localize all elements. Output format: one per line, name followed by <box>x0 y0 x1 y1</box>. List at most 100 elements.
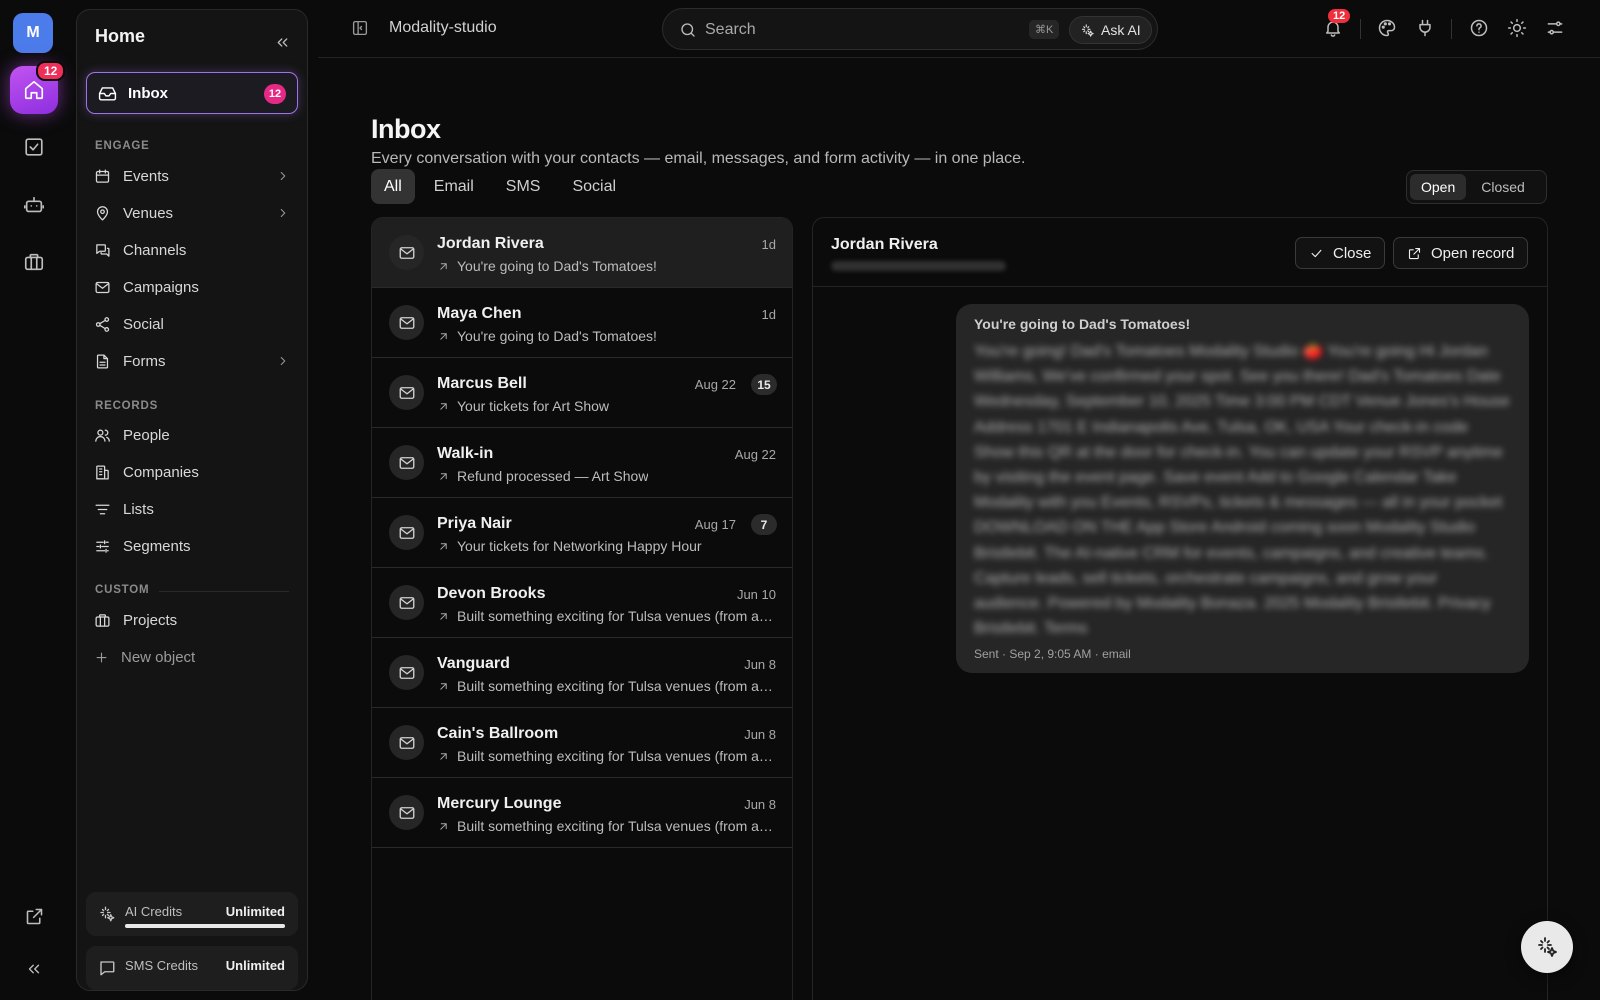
sidebar-item-label: Projects <box>123 611 178 629</box>
credit-name: SMS Credits <box>125 958 198 973</box>
plus-icon <box>94 650 109 665</box>
conversation-row[interactable]: Maya Chen 1d You're going to Dad's Tomat… <box>372 288 792 358</box>
theme-toggle-button[interactable] <box>1507 18 1527 38</box>
conversation-snippet: You're going to Dad's Tomatoes! <box>437 328 776 344</box>
conversation-count-badge: 15 <box>751 374 777 395</box>
sparkles-icon <box>1080 23 1095 38</box>
bot-icon <box>23 194 45 216</box>
conversation-snippet: Built something exciting for Tulsa venue… <box>437 608 776 624</box>
integrations-button[interactable] <box>1415 18 1435 38</box>
briefcase-icon <box>23 251 45 273</box>
sidebar-item-social[interactable]: Social <box>94 310 294 338</box>
conversation-row[interactable]: Marcus Bell Aug 22 15 Your tickets for A… <box>372 358 792 428</box>
rail-projects-button[interactable] <box>20 248 48 276</box>
sidebar-item-events[interactable]: Events <box>94 162 294 190</box>
new-object-button[interactable]: New object <box>94 643 294 671</box>
theme-palette-button[interactable] <box>1377 18 1397 38</box>
conversation-snippet: Your tickets for Art Show <box>437 398 776 414</box>
workspace-avatar[interactable]: M <box>13 13 53 53</box>
sidebar-title: Home <box>95 26 146 46</box>
conversation-row[interactable]: Jordan Rivera 1d You're going to Dad's T… <box>372 218 792 288</box>
help-button[interactable] <box>1469 18 1489 38</box>
mail-icon <box>398 804 416 822</box>
tab-all[interactable]: All <box>371 169 415 204</box>
tab-sms[interactable]: SMS <box>493 169 554 204</box>
ask-ai-button[interactable]: Ask AI <box>1069 16 1152 44</box>
sparkles-icon <box>98 905 116 923</box>
conversation-snippet: Built something exciting for Tulsa venue… <box>437 678 776 694</box>
sidebar-item-label: Channels <box>123 241 187 259</box>
message-subject: You're going to Dad's Tomatoes! <box>974 316 1191 332</box>
conversation-name: Walk-in <box>437 445 494 462</box>
tab-social[interactable]: Social <box>559 169 629 204</box>
chevron-right-icon <box>276 169 290 183</box>
settings-button[interactable] <box>1545 18 1565 38</box>
rail-external-button[interactable] <box>20 902 48 930</box>
conversation-row[interactable]: Mercury Lounge Jun 8 Built something exc… <box>372 778 792 848</box>
status-toggle: Open Closed <box>1406 170 1547 204</box>
palette-icon <box>1377 18 1397 38</box>
chevron-right-icon <box>276 206 290 220</box>
sidebar-item-forms[interactable]: Forms <box>94 347 294 375</box>
sidebar-item-projects[interactable]: Projects <box>94 606 294 634</box>
sidebar-item-label: Venues <box>123 204 174 222</box>
sidebar-item-venues[interactable]: Venues <box>94 199 294 227</box>
sidebar: Home Inbox 12 ENGAGE Events Venues Chann… <box>76 9 308 991</box>
conversation-date: Aug 22 <box>694 377 736 392</box>
conversation-name: Jordan Rivera <box>437 235 544 252</box>
sidebar-item-campaigns[interactable]: Campaigns <box>94 273 294 301</box>
search-shortcut: ⌘K <box>1029 20 1060 39</box>
open-record-button[interactable]: Open record <box>1393 237 1529 269</box>
credit-value: Unlimited <box>225 958 285 973</box>
conversation-row[interactable]: Devon Brooks Jun 10 Built something exci… <box>372 568 792 638</box>
section-label-records: RECORDS <box>95 400 159 412</box>
rail-collapse-button[interactable] <box>20 955 48 983</box>
mail-icon <box>398 664 416 682</box>
conversation-avatar <box>389 305 424 340</box>
rail-agents-button[interactable] <box>20 191 48 219</box>
sidebar-item-inbox[interactable]: Inbox 12 <box>86 72 298 114</box>
conversation-date: Jun 10 <box>736 587 776 602</box>
mail-icon <box>398 734 416 752</box>
mail-icon <box>398 594 416 612</box>
divider <box>1360 19 1361 39</box>
search-bar[interactable]: ⌘K Ask AI <box>662 8 1158 50</box>
sidebar-item-lists[interactable]: Lists <box>94 495 294 523</box>
conversation-row[interactable]: Vanguard Jun 8 Built something exciting … <box>372 638 792 708</box>
sun-icon <box>1507 18 1527 38</box>
close-conversation-button[interactable]: Close <box>1295 237 1386 269</box>
sidebar-item-label: Companies <box>123 463 199 481</box>
status-closed-button[interactable]: Closed <box>1470 174 1536 200</box>
search-input[interactable] <box>705 19 1005 41</box>
sidebar-item-people[interactable]: People <box>94 421 294 449</box>
page-subtitle: Every conversation with your contacts — … <box>371 150 1026 167</box>
conversation-date: Jun 8 <box>744 727 776 742</box>
sidebar-item-label: Inbox <box>128 84 168 102</box>
tab-email[interactable]: Email <box>421 169 487 204</box>
home-notification-badge: 12 <box>36 61 66 81</box>
breadcrumb[interactable]: Modality-studio <box>389 19 497 37</box>
rail-tasks-button[interactable] <box>20 133 48 161</box>
sidebar-item-segments[interactable]: Segments <box>94 532 294 560</box>
conversation-date: 1d <box>761 237 776 252</box>
sidebar-item-companies[interactable]: Companies <box>94 458 294 486</box>
conversation-row[interactable]: Walk-in Aug 22 Refund processed — Art Sh… <box>372 428 792 498</box>
conversation-row[interactable]: Priya Nair Aug 17 7 Your tickets for Net… <box>372 498 792 568</box>
top-bar: Modality-studio ⌘K Ask AI 12 <box>318 0 1600 58</box>
conversation-snippet: You're going to Dad's Tomatoes! <box>437 258 776 274</box>
conversation-snippet-text: Built something exciting for Tulsa venue… <box>457 678 773 694</box>
conversation-row[interactable]: Cain's Ballroom Jun 8 Built something ex… <box>372 708 792 778</box>
sidebar-item-channels[interactable]: Channels <box>94 236 294 264</box>
arrow-up-right-icon <box>437 750 450 763</box>
conversation-detail: Jordan Rivera Close Open record You're g… <box>812 217 1548 1000</box>
conversation-name: Vanguard <box>437 655 510 672</box>
sidebar-item-label: Lists <box>123 500 154 518</box>
sidebar-collapse-button[interactable] <box>274 34 291 51</box>
conversation-snippet-text: Refund processed — Art Show <box>457 468 649 484</box>
sidebar-item-label: Forms <box>123 352 166 370</box>
sidebar-item-label: Campaigns <box>123 278 199 296</box>
ai-assistant-button[interactable] <box>1521 921 1573 973</box>
conversation-snippet: Built something exciting for Tulsa venue… <box>437 818 776 834</box>
status-open-button[interactable]: Open <box>1410 174 1467 200</box>
toggle-sidebar-button[interactable] <box>351 19 369 37</box>
